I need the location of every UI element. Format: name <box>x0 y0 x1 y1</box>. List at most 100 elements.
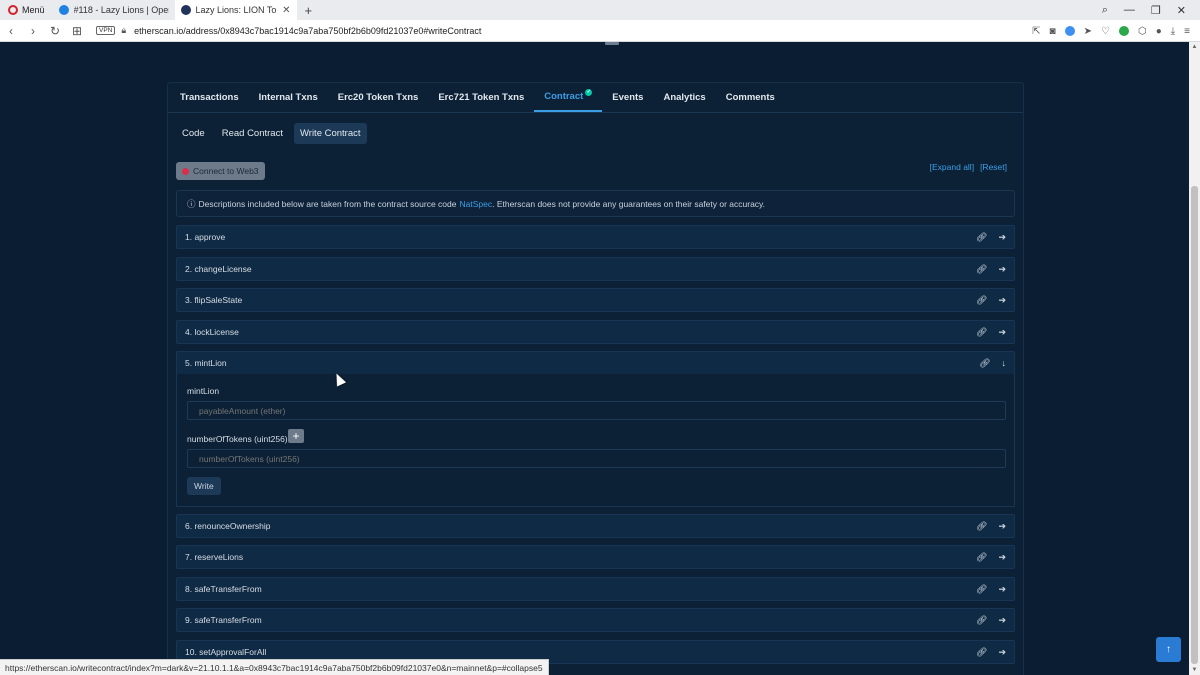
tab-contract[interactable]: Contract ✓ <box>534 83 603 112</box>
bookmarks-icon[interactable]: ♡ <box>1101 26 1110 37</box>
function-label: 1. approve <box>185 232 226 242</box>
cube-icon[interactable]: ⬡ <box>1138 26 1147 37</box>
function-row[interactable]: 7. reserveLions 🔗︎ ➔ <box>176 545 1015 569</box>
send-icon[interactable]: ➤ <box>1084 26 1092 37</box>
link-icon[interactable]: 🔗︎ <box>976 552 987 563</box>
link-icon[interactable]: 🔗︎ <box>976 327 987 338</box>
link-icon[interactable]: 🔗︎ <box>976 295 987 306</box>
sub-tab-read-contract[interactable]: Read Contract <box>216 123 289 144</box>
arrow-right-icon[interactable]: ➔ <box>998 264 1006 275</box>
function-row[interactable]: 4. lockLicense 🔗︎ ➔ <box>176 320 1015 344</box>
function-label: 5. mintLion <box>185 358 227 368</box>
etherscan-favicon-icon <box>180 5 191 15</box>
tab-erc20-token-txns[interactable]: Erc20 Token Txns <box>328 83 429 112</box>
reset-link[interactable]: [Reset] <box>980 162 1007 172</box>
natspec-link[interactable]: NatSpec <box>459 199 492 209</box>
link-icon[interactable]: 🔗︎ <box>976 615 987 626</box>
arrow-right-icon[interactable]: ➔ <box>998 232 1006 243</box>
function-row[interactable]: 9. safeTransferFrom 🔗︎ ➔ <box>176 608 1015 632</box>
function-label: 10. setApprovalForAll <box>185 647 267 657</box>
link-icon[interactable]: 🔗︎ <box>976 264 987 275</box>
tab-internal-txns[interactable]: Internal Txns <box>249 83 328 112</box>
reload-icon[interactable]: ↻ <box>44 24 66 38</box>
search-tabs-icon[interactable]: ⌕ <box>1102 4 1108 17</box>
link-icon[interactable]: 🔗︎ <box>976 584 987 595</box>
arrow-right-icon[interactable]: ➔ <box>998 552 1006 563</box>
profile-icon[interactable]: ● <box>1156 26 1162 37</box>
payable-amount-input[interactable] <box>187 401 1006 420</box>
function-row[interactable]: 8. safeTransferFrom 🔗︎ ➔ <box>176 577 1015 601</box>
scroll-up-icon[interactable]: ▲ <box>1189 44 1200 50</box>
arrow-right-icon[interactable]: ➔ <box>998 584 1006 595</box>
function-row[interactable]: 6. renounceOwnership 🔗︎ ➔ <box>176 514 1015 538</box>
write-button[interactable]: Write <box>187 477 221 495</box>
camera-icon[interactable]: ◙ <box>1050 26 1056 37</box>
scrollbar-thumb[interactable] <box>1191 186 1198 664</box>
connect-web3-button[interactable]: Connect to Web3 <box>176 162 265 180</box>
back-to-top-button[interactable]: ↑ <box>1156 637 1181 662</box>
opera-menu-label: Menü <box>22 5 45 15</box>
arrow-right-icon[interactable]: ➔ <box>998 327 1006 338</box>
contract-tabs: Transactions Internal Txns Erc20 Token T… <box>168 83 1023 113</box>
restore-icon[interactable]: ❐ <box>1151 4 1161 17</box>
arrow-right-icon[interactable]: ➔ <box>998 295 1006 306</box>
tab-events[interactable]: Events <box>602 83 653 112</box>
function-label: 8. safeTransferFrom <box>185 584 262 594</box>
minimize-icon[interactable]: — <box>1124 4 1135 16</box>
notice-suffix: . Etherscan does not provide any guarant… <box>492 198 766 209</box>
tab-contract-label: Contract <box>544 91 584 102</box>
close-tab-icon[interactable]: ✕ <box>282 5 290 16</box>
scroll-down-icon[interactable]: ▼ <box>1189 667 1200 673</box>
browser-tab-opensea[interactable]: #118 - Lazy Lions | OpenSea <box>53 0 175 20</box>
contract-card: Transactions Internal Txns Erc20 Token T… <box>167 82 1024 675</box>
opera-logo-icon <box>8 5 18 15</box>
menu-icon[interactable]: ≡ <box>1184 26 1190 37</box>
browser-tab-etherscan[interactable]: Lazy Lions: LION Token | Address ✕ <box>174 0 297 20</box>
shield-icon[interactable] <box>1064 26 1075 36</box>
function-row[interactable]: 3. flipSaleState 🔗︎ ➔ <box>176 288 1015 312</box>
share-icon[interactable]: ⇱ <box>1032 26 1040 37</box>
forward-icon[interactable]: › <box>22 24 44 38</box>
close-window-icon[interactable]: ✕ <box>1177 4 1186 17</box>
link-icon[interactable]: 🔗︎ <box>976 521 987 532</box>
status-bar-url: https://etherscan.io/writecontract/index… <box>0 659 549 675</box>
function-label: 7. reserveLions <box>185 552 244 562</box>
extension-icon[interactable] <box>1118 26 1129 36</box>
download-icon[interactable]: ⤓ <box>1171 26 1175 37</box>
arrow-right-icon[interactable]: ➔ <box>998 615 1006 626</box>
add-zeros-button[interactable]: + <box>288 429 304 443</box>
toolbar-icons: ⇱ ◙ ➤ ♡ ⬡ ● ⤓ ≡ <box>1032 20 1190 42</box>
address-bar: ‹ › ↻ ⊞ VPN 🔒︎ etherscan.io/address/0x89… <box>0 20 1200 42</box>
function-row-expanded[interactable]: 5. mintLion 🔗︎ ↓ <box>176 351 1015 375</box>
sub-tab-code[interactable]: Code <box>176 123 211 144</box>
vpn-badge[interactable]: VPN <box>96 26 116 35</box>
info-icon: ⓘ <box>187 198 196 209</box>
sub-tab-write-contract[interactable]: Write Contract <box>293 123 367 144</box>
function-label: 3. flipSaleState <box>185 295 243 305</box>
number-of-tokens-input[interactable] <box>187 449 1006 468</box>
etherscan-page: Transactions Internal Txns Erc20 Token T… <box>0 42 1189 675</box>
disconnected-status-icon <box>182 167 189 175</box>
link-icon[interactable]: 🔗︎ <box>979 358 990 369</box>
opera-menu-button[interactable]: Menü <box>0 0 53 20</box>
tab-comments[interactable]: Comments <box>716 83 785 112</box>
opensea-favicon-icon <box>58 5 69 15</box>
tab-analytics[interactable]: Analytics <box>653 83 715 112</box>
back-icon[interactable]: ‹ <box>0 24 22 38</box>
lock-icon[interactable]: 🔒︎ <box>121 25 126 36</box>
link-icon[interactable]: 🔗︎ <box>976 232 987 243</box>
contract-sub-tabs: Code Read Contract Write Contract <box>176 123 367 144</box>
url-field[interactable]: etherscan.io/address/0x8943c7bac1914c9a7… <box>134 26 481 36</box>
new-tab-button[interactable]: + <box>297 3 321 18</box>
link-icon[interactable]: 🔗︎ <box>976 647 987 658</box>
arrow-right-icon[interactable]: ➔ <box>998 521 1006 532</box>
function-row[interactable]: 1. approve 🔗︎ ➔ <box>176 225 1015 249</box>
arrow-down-icon[interactable]: ↓ <box>1002 358 1007 368</box>
expand-all-link[interactable]: [Expand all] <box>930 162 974 172</box>
tab-erc721-token-txns[interactable]: Erc721 Token Txns <box>428 83 534 112</box>
page-scrollbar[interactable]: ▲ ▼ <box>1189 42 1200 675</box>
function-row[interactable]: 2. changeLicense 🔗︎ ➔ <box>176 257 1015 281</box>
tab-transactions[interactable]: Transactions <box>170 83 249 112</box>
tabs-grid-icon[interactable]: ⊞ <box>66 24 88 38</box>
arrow-right-icon[interactable]: ➔ <box>998 647 1006 658</box>
